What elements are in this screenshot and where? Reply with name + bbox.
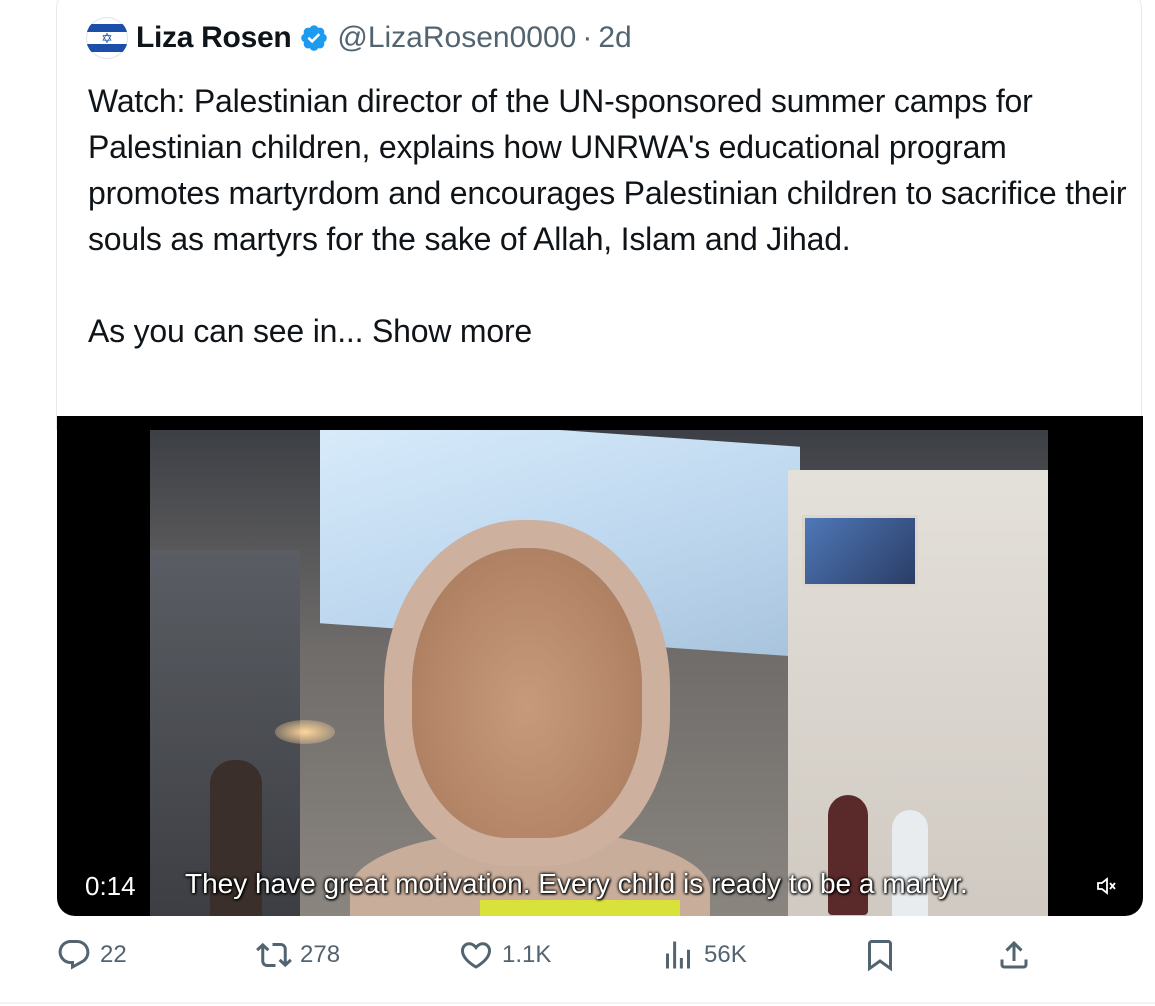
- like-count: 1.1K: [502, 941, 552, 968]
- repost-count: 278: [300, 941, 341, 968]
- view-count: 56K: [704, 941, 747, 968]
- video-poster: [802, 515, 918, 587]
- video-light: [275, 720, 335, 744]
- video-player[interactable]: 0:14 They have great motivation. Every c…: [57, 416, 1143, 916]
- avatar-flag-band-bottom: [86, 44, 128, 52]
- avatar[interactable]: ✡: [86, 17, 128, 59]
- video-time: 0:14: [75, 868, 146, 904]
- video-subtitle: They have great motivation. Every child …: [185, 868, 968, 899]
- heart-icon: [458, 937, 494, 973]
- reply-icon: [56, 937, 92, 973]
- share-icon: [996, 937, 1032, 973]
- reply-button[interactable]: 22: [56, 932, 127, 978]
- divider: [0, 1002, 1155, 1004]
- views-button[interactable]: 56K: [660, 932, 747, 978]
- speaker-muted-icon[interactable]: [1089, 868, 1125, 904]
- tweet-truncated-text: As you can see in...: [88, 313, 372, 349]
- author-handle[interactable]: @LizaRosen0000: [337, 21, 576, 55]
- reply-count: 22: [100, 941, 127, 968]
- post-time[interactable]: 2d: [598, 21, 631, 55]
- tweet-header: ✡ Liza Rosen @LizaRosen0000 · 2d: [86, 16, 632, 60]
- star-of-david-icon: ✡: [101, 30, 113, 46]
- author-name[interactable]: Liza Rosen: [136, 21, 292, 55]
- video-speaker-face: [412, 548, 642, 838]
- video-vest: [480, 900, 680, 916]
- video-background-child: [892, 810, 928, 916]
- repost-button[interactable]: 278: [256, 932, 340, 978]
- video-frame[interactable]: [150, 430, 1048, 916]
- verified-badge-icon[interactable]: [299, 23, 329, 53]
- tweet-actions: 22 278 1.1K 56K: [56, 932, 1142, 978]
- tweet-body-continued: As you can see in... Show more: [88, 308, 1128, 354]
- share-button[interactable]: [996, 932, 1032, 978]
- repost-icon: [256, 937, 292, 973]
- bookmark-icon: [862, 937, 898, 973]
- tweet-text: Watch: Palestinian director of the UN-sp…: [88, 78, 1128, 354]
- like-button[interactable]: 1.1K: [458, 932, 551, 978]
- show-more-link[interactable]: Show more: [372, 313, 532, 349]
- separator-dot: ·: [582, 21, 593, 54]
- tweet-body: Watch: Palestinian director of the UN-sp…: [88, 83, 1127, 257]
- bookmark-button[interactable]: [862, 932, 898, 978]
- views-icon: [660, 937, 696, 973]
